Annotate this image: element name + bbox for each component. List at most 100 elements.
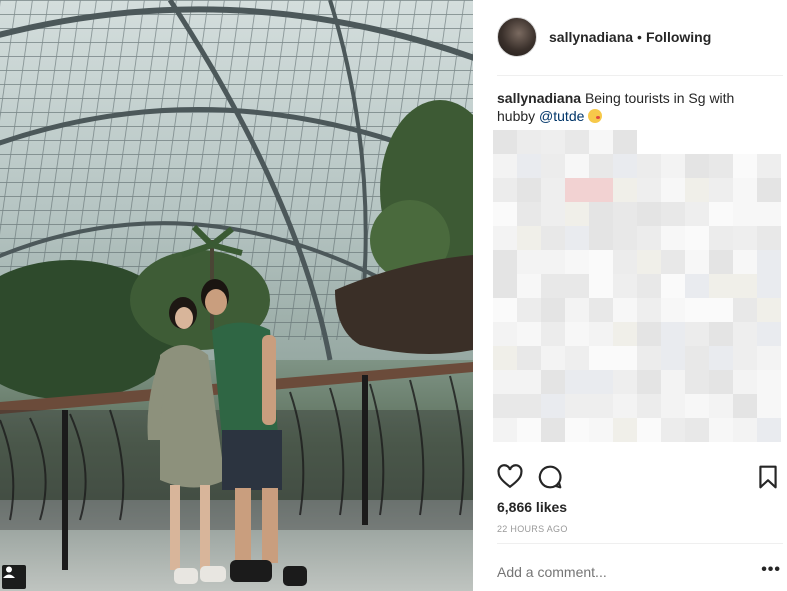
mosaic-cell — [757, 418, 781, 442]
post-timestamp[interactable]: 22 HOURS AGO — [497, 524, 568, 534]
mosaic-cell — [565, 250, 589, 274]
header-divider — [497, 75, 783, 76]
mosaic-cell — [493, 250, 517, 274]
mosaic-cell — [493, 346, 517, 370]
mosaic-cell — [637, 370, 661, 394]
mosaic-cell — [637, 418, 661, 442]
mosaic-cell — [709, 202, 733, 226]
mosaic-cell — [517, 130, 541, 154]
mosaic-cell — [709, 394, 733, 418]
mosaic-cell — [637, 202, 661, 226]
caption-mention[interactable]: @tutde — [539, 108, 584, 124]
mosaic-cell — [493, 322, 517, 346]
mosaic-cell — [661, 298, 685, 322]
mosaic-cell — [685, 250, 709, 274]
mosaic-cell — [733, 370, 757, 394]
mosaic-cell — [661, 418, 685, 442]
mosaic-cell — [589, 154, 613, 178]
mosaic-cell — [613, 178, 637, 202]
mosaic-cell — [589, 394, 613, 418]
mosaic-cell — [709, 250, 733, 274]
mosaic-cell — [685, 322, 709, 346]
mosaic-cell — [709, 154, 733, 178]
mosaic-cell — [661, 370, 685, 394]
mosaic-cell — [613, 370, 637, 394]
bookmark-icon[interactable] — [755, 464, 781, 490]
mosaic-cell — [541, 370, 565, 394]
mosaic-cell — [685, 226, 709, 250]
mosaic-cell — [613, 226, 637, 250]
mosaic-cell — [757, 370, 781, 394]
mosaic-cell — [733, 274, 757, 298]
mosaic-cell — [661, 202, 685, 226]
mosaic-cell — [709, 274, 733, 298]
post-photo[interactable] — [0, 0, 473, 591]
mosaic-cell — [637, 274, 661, 298]
post-details-panel: sallynadiana • Following sallynadiana Be… — [473, 0, 787, 591]
mosaic-cell — [685, 154, 709, 178]
mosaic-cell — [637, 346, 661, 370]
likes-count[interactable]: 6,866 likes — [497, 499, 567, 515]
avatar[interactable] — [497, 17, 537, 57]
mosaic-cell — [565, 394, 589, 418]
mosaic-cell — [757, 298, 781, 322]
mosaic-cell — [709, 370, 733, 394]
mosaic-cell — [637, 226, 661, 250]
mosaic-cell — [733, 154, 757, 178]
mosaic-cell — [613, 154, 637, 178]
mosaic-cell — [589, 202, 613, 226]
mosaic-cell — [517, 346, 541, 370]
mosaic-cell — [613, 322, 637, 346]
mosaic-cell — [541, 298, 565, 322]
mosaic-cell — [661, 178, 685, 202]
mosaic-cell — [565, 322, 589, 346]
mosaic-cell — [541, 394, 565, 418]
mosaic-cell — [541, 346, 565, 370]
mosaic-cell — [517, 418, 541, 442]
mosaic-cell — [733, 322, 757, 346]
mosaic-cell — [517, 226, 541, 250]
mosaic-cell — [565, 298, 589, 322]
mosaic-cell — [733, 298, 757, 322]
comment-input[interactable] — [497, 564, 727, 580]
mosaic-cell — [685, 370, 709, 394]
mosaic-cell — [757, 346, 781, 370]
mosaic-cell — [613, 274, 637, 298]
mosaic-cell — [757, 322, 781, 346]
separator-dot: • — [637, 29, 642, 45]
mosaic-cell — [517, 370, 541, 394]
mosaic-cell — [565, 370, 589, 394]
mosaic-cell — [541, 322, 565, 346]
mosaic-cell — [613, 130, 637, 154]
mosaic-cell — [685, 394, 709, 418]
mosaic-cell — [637, 394, 661, 418]
comment-icon[interactable] — [537, 464, 563, 490]
mosaic-cell — [541, 154, 565, 178]
mosaic-cell — [685, 418, 709, 442]
mosaic-cell — [589, 250, 613, 274]
mosaic-cell — [565, 226, 589, 250]
heart-icon[interactable] — [497, 464, 523, 490]
mosaic-cell — [661, 322, 685, 346]
mosaic-cell — [757, 226, 781, 250]
mosaic-cell — [541, 226, 565, 250]
following-button[interactable]: Following — [646, 29, 711, 45]
mosaic-cell — [517, 178, 541, 202]
mosaic-cell — [493, 370, 517, 394]
mosaic-cell — [757, 202, 781, 226]
mosaic-cell — [589, 418, 613, 442]
mosaic-cell — [541, 178, 565, 202]
more-options-button[interactable]: ••• — [761, 561, 781, 579]
mosaic-cell — [565, 418, 589, 442]
mosaic-cell — [661, 346, 685, 370]
mosaic-cell — [757, 274, 781, 298]
user-tag-icon[interactable] — [2, 565, 26, 589]
caption-username[interactable]: sallynadiana — [497, 90, 581, 106]
mosaic-cell — [589, 370, 613, 394]
mosaic-cell — [757, 154, 781, 178]
mosaic-cell — [637, 322, 661, 346]
post-caption: sallynadiana Being tourists in Sg with h… — [497, 89, 747, 125]
header-username[interactable]: sallynadiana — [549, 29, 633, 45]
mosaic-cell — [685, 178, 709, 202]
mosaic-cell — [517, 394, 541, 418]
